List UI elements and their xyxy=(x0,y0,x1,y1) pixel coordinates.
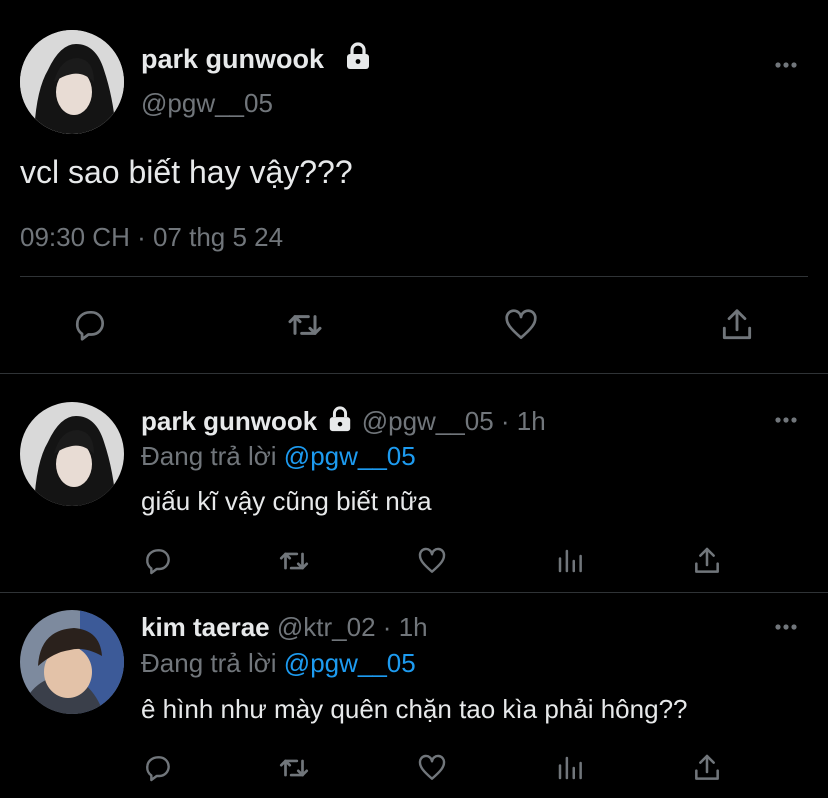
divider xyxy=(20,276,808,277)
reply-author-handle[interactable]: @ktr_02 xyxy=(277,612,376,642)
reply-1-header: park gunwook @pgw__05 · 1h xyxy=(141,406,546,439)
lock-icon xyxy=(326,406,354,439)
retweet-icon[interactable] xyxy=(276,543,312,579)
lock-icon xyxy=(343,42,373,75)
avatar-reply-2[interactable] xyxy=(20,610,124,714)
share-icon[interactable] xyxy=(689,543,725,579)
reply-text: ê hình như mày quên chặn tao kìa phải hô… xyxy=(141,694,688,724)
replying-to-mention[interactable]: @pgw__05 xyxy=(284,648,416,678)
reply-time[interactable]: 1h xyxy=(517,406,546,436)
replying-to-mention[interactable]: @pgw__05 xyxy=(284,441,416,471)
retweet-icon[interactable] xyxy=(276,750,312,786)
tweet-timestamp[interactable]: 09:30 CH · 07 thg 5 24 xyxy=(20,222,283,253)
replying-to: Đang trả lời @pgw__05 xyxy=(141,648,416,679)
retweet-icon[interactable] xyxy=(283,303,327,347)
replying-to-label: Đang trả lời xyxy=(141,441,277,471)
share-icon[interactable] xyxy=(689,750,725,786)
reply-icon[interactable] xyxy=(140,750,176,786)
like-icon[interactable] xyxy=(414,543,450,579)
tweet-text: vcl sao biết hay vậy??? xyxy=(20,154,353,190)
reply-time[interactable]: 1h xyxy=(399,612,428,642)
separator-dot: · xyxy=(500,406,510,436)
reply-2-header: kim taerae @ktr_02 · 1h xyxy=(141,612,428,643)
reply-author-handle[interactable]: @pgw__05 xyxy=(362,406,494,436)
avatar-main[interactable] xyxy=(20,30,124,134)
divider xyxy=(0,592,828,593)
reply-text: giấu kĩ vậy cũng biết nữa xyxy=(141,486,432,516)
reply-author-name[interactable]: park gunwook xyxy=(141,406,317,436)
reply-icon[interactable] xyxy=(140,543,176,579)
author-name[interactable]: park gunwook xyxy=(141,44,324,75)
more-icon[interactable] xyxy=(771,55,801,75)
divider xyxy=(0,373,828,374)
more-icon[interactable] xyxy=(771,617,801,637)
like-icon[interactable] xyxy=(499,303,543,347)
reply-author-name[interactable]: kim taerae xyxy=(141,612,270,642)
reply-icon[interactable] xyxy=(68,303,112,347)
share-icon[interactable] xyxy=(715,303,759,347)
author-handle[interactable]: @pgw__05 xyxy=(141,88,273,119)
avatar-reply-1[interactable] xyxy=(20,402,124,506)
like-icon[interactable] xyxy=(414,750,450,786)
replying-to: Đang trả lời @pgw__05 xyxy=(141,441,416,472)
views-icon[interactable] xyxy=(552,543,588,579)
more-icon[interactable] xyxy=(771,410,801,430)
separator-dot: · xyxy=(382,612,392,642)
views-icon[interactable] xyxy=(552,750,588,786)
replying-to-label: Đang trả lời xyxy=(141,648,277,678)
